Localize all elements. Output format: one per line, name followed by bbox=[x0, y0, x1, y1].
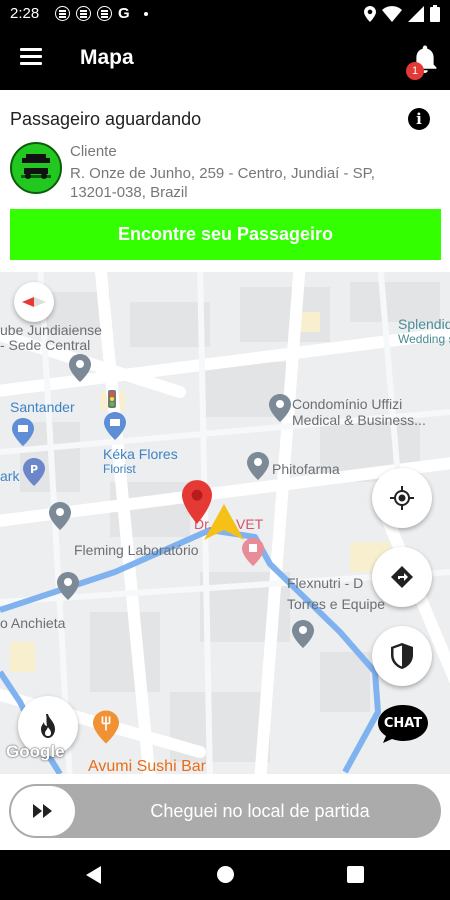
message-icon bbox=[55, 6, 70, 21]
home-icon[interactable] bbox=[217, 866, 234, 883]
system-icons bbox=[364, 5, 440, 22]
arrival-slider[interactable]: Cheguei no local de partida bbox=[9, 784, 441, 838]
signal-icon bbox=[408, 5, 424, 22]
slider-label: Cheguei no local de partida bbox=[150, 801, 370, 821]
bottom-panel: Cheguei no local de partida bbox=[0, 774, 450, 850]
card-heading: Passageiro aguardando bbox=[10, 109, 202, 129]
place-label: Kéka Flores bbox=[103, 446, 178, 462]
status-time: 2:28 bbox=[10, 5, 40, 22]
flame-icon bbox=[41, 714, 55, 738]
google-icon: G bbox=[118, 5, 130, 22]
place-label: Wedding st bbox=[398, 332, 450, 346]
find-passenger-button[interactable]: Encontre seu Passageiro bbox=[10, 209, 441, 260]
my-location-button[interactable] bbox=[372, 468, 432, 528]
place-label: Flexnutri - D bbox=[287, 575, 364, 591]
place-label: Torres e Equipe bbox=[287, 596, 386, 612]
client-address: R. Onze de Junho, 259 - Centro, Jundiaí … bbox=[70, 165, 375, 201]
fast-forward-icon bbox=[33, 804, 52, 818]
florist-pin-icon[interactable] bbox=[104, 412, 126, 440]
place-label: ark bbox=[0, 468, 20, 484]
place-pin-icon[interactable] bbox=[57, 572, 79, 600]
place-label: Santander bbox=[10, 399, 75, 415]
place-label: - Sede Central bbox=[0, 337, 91, 353]
info-icon[interactable]: i bbox=[408, 108, 430, 130]
place-label: Avumi Sushi Bar bbox=[88, 758, 206, 774]
recent-apps-icon[interactable] bbox=[347, 866, 364, 883]
security-button[interactable] bbox=[372, 626, 432, 686]
slider-knob[interactable] bbox=[11, 786, 75, 836]
menu-icon[interactable] bbox=[20, 48, 42, 66]
traffic-light-icon bbox=[108, 390, 116, 408]
notification-icons: G bbox=[55, 6, 148, 21]
place-pin-icon[interactable] bbox=[269, 394, 291, 422]
restaurant-pin-icon[interactable] bbox=[93, 710, 119, 744]
battery-icon bbox=[430, 5, 440, 22]
crosshair-icon bbox=[390, 486, 414, 510]
place-label: Splendid bbox=[398, 316, 450, 332]
passenger-card: Passageiro aguardando i Cliente R. Onze … bbox=[0, 90, 450, 272]
parking-pin-icon[interactable]: P bbox=[23, 458, 45, 486]
place-pin-icon[interactable] bbox=[292, 620, 314, 648]
directions-icon bbox=[391, 566, 413, 588]
bank-pin-icon[interactable] bbox=[12, 418, 34, 446]
place-label: ube Jundiaiense bbox=[0, 322, 102, 338]
driver-location-icon bbox=[204, 504, 244, 540]
car-logo-icon bbox=[21, 154, 51, 179]
client-avatar bbox=[10, 142, 62, 194]
place-label: Fleming Laboratório bbox=[74, 542, 199, 558]
compass-button[interactable] bbox=[14, 282, 54, 322]
wifi-icon bbox=[382, 5, 402, 22]
client-label: Cliente bbox=[70, 143, 117, 160]
place-label: Florist bbox=[103, 462, 136, 476]
app-bar: Mapa 1 bbox=[0, 28, 450, 90]
place-label: Phitofarma bbox=[272, 461, 340, 477]
dot-icon bbox=[143, 11, 148, 16]
message-icon bbox=[76, 6, 91, 21]
svg-text:P: P bbox=[30, 463, 38, 476]
status-bar: 2:28 G bbox=[0, 0, 450, 28]
directions-button[interactable] bbox=[372, 547, 432, 607]
shield-icon bbox=[391, 643, 413, 669]
chat-button[interactable]: CHAT bbox=[377, 704, 429, 744]
message-icon bbox=[97, 6, 112, 21]
place-label: o Anchieta bbox=[0, 615, 66, 631]
place-pin-icon[interactable] bbox=[69, 354, 91, 382]
system-nav-bar bbox=[0, 850, 450, 900]
place-label: Condomínio Uffizi bbox=[292, 396, 403, 412]
google-logo: Google bbox=[6, 742, 65, 761]
compass-icon bbox=[22, 297, 46, 307]
place-pin-icon[interactable] bbox=[247, 452, 269, 480]
map-view[interactable]: ube Jundiaiense - Sede Central Splendid … bbox=[0, 272, 450, 774]
vet-pin-icon[interactable] bbox=[242, 538, 264, 566]
notification-badge: 1 bbox=[406, 62, 424, 80]
place-pin-icon[interactable] bbox=[49, 502, 71, 530]
location-icon bbox=[364, 5, 376, 22]
page-title: Mapa bbox=[80, 46, 134, 69]
chat-label: CHAT bbox=[384, 716, 422, 731]
back-icon[interactable] bbox=[86, 866, 101, 884]
place-label: Medical & Business... bbox=[292, 412, 426, 428]
